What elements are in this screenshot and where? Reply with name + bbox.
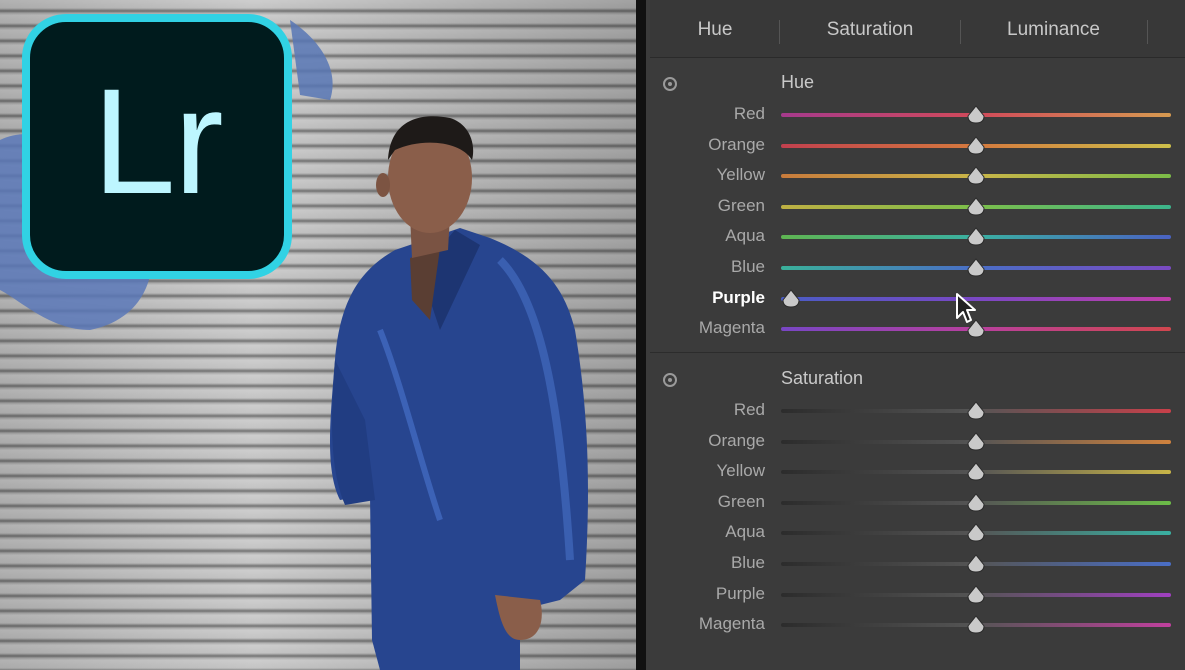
slider-thumb[interactable] — [967, 492, 985, 512]
saturation-slider-row-yellow: Yellow — [646, 457, 1185, 487]
saturation-slider-row-aqua: Aqua — [646, 518, 1185, 548]
slider-thumb[interactable] — [967, 258, 985, 277]
slider-graphic — [781, 105, 1171, 124]
slider-thumb[interactable] — [967, 554, 985, 573]
hsl-tab-bar: Hue Saturation Luminance — [650, 0, 1185, 58]
lightroom-logo: Lr — [22, 14, 292, 279]
slider-thumb[interactable] — [967, 135, 985, 155]
hue-section-title: Hue — [781, 72, 815, 92]
slider-graphic — [781, 554, 1171, 573]
saturation-slider-row-green: Green — [646, 488, 1185, 518]
saturation-slider-row-red: Red — [646, 396, 1185, 426]
hue-slider-row-red: Red — [646, 100, 1185, 130]
slider-graphic — [781, 523, 1171, 542]
slider-graphic — [781, 319, 1171, 338]
section-divider — [650, 352, 1185, 353]
slider-graphic — [781, 227, 1171, 246]
slider-thumb[interactable] — [967, 584, 985, 604]
slider-thumb[interactable] — [967, 196, 985, 216]
slider-graphic — [781, 462, 1171, 481]
slider-graphic — [781, 135, 1171, 155]
saturation-slider-row-orange: Orange — [646, 427, 1185, 457]
hue-slider-row-orange: Orange — [646, 131, 1185, 161]
hue-slider-row-green: Green — [646, 192, 1185, 222]
slider-graphic — [781, 492, 1171, 512]
slider-thumb[interactable] — [967, 401, 985, 420]
slider-thumb[interactable] — [967, 523, 985, 542]
slider-thumb[interactable] — [967, 462, 985, 481]
hue-slider-row-blue: Blue — [646, 253, 1185, 283]
photo-preview: Lr — [0, 0, 636, 670]
hsl-panel: Hue Saturation Luminance Hue Red Orange Ye… — [646, 0, 1185, 670]
slider-graphic — [781, 584, 1171, 604]
hue-slider-row-yellow: Yellow — [646, 161, 1185, 191]
tab-saturation[interactable]: Saturation — [780, 0, 960, 57]
slider-graphic — [781, 615, 1171, 634]
slider-thumb[interactable] — [967, 166, 985, 185]
hue-slider-row-aqua: Aqua — [646, 222, 1185, 252]
hue-slider-row-magenta: Magenta — [646, 314, 1185, 344]
tab-hue[interactable]: Hue — [650, 0, 780, 57]
hue-slider-row-purple: Purple — [646, 284, 1185, 314]
mouse-cursor-icon — [956, 293, 976, 323]
target-adjustment-icon[interactable] — [663, 77, 677, 91]
saturation-slider-row-magenta: Magenta — [646, 610, 1185, 640]
slider-graphic — [781, 258, 1171, 277]
slider-thumb[interactable] — [967, 431, 985, 451]
panel-divider — [636, 0, 646, 670]
slider-graphic — [781, 401, 1171, 420]
target-adjustment-icon[interactable] — [663, 373, 677, 387]
slider-graphic — [781, 288, 1171, 308]
slider-graphic — [781, 166, 1171, 185]
saturation-section-title: Saturation — [781, 368, 864, 388]
saturation-slider-row-purple: Purple — [646, 580, 1185, 610]
tab-luminance[interactable]: Luminance — [961, 0, 1146, 57]
slider-graphic — [781, 196, 1171, 216]
slider-graphic — [781, 431, 1171, 451]
lightroom-logo-text: Lr — [92, 57, 223, 225]
saturation-slider-row-blue: Blue — [646, 549, 1185, 579]
hue-section-header: Hue — [646, 72, 1185, 102]
tab-separator — [1147, 20, 1148, 44]
slider-thumb[interactable] — [967, 227, 985, 246]
saturation-section-header: Saturation — [646, 368, 1185, 398]
slider-thumb[interactable] — [967, 105, 985, 124]
slider-thumb[interactable] — [782, 288, 800, 308]
slider-thumb[interactable] — [967, 615, 985, 634]
